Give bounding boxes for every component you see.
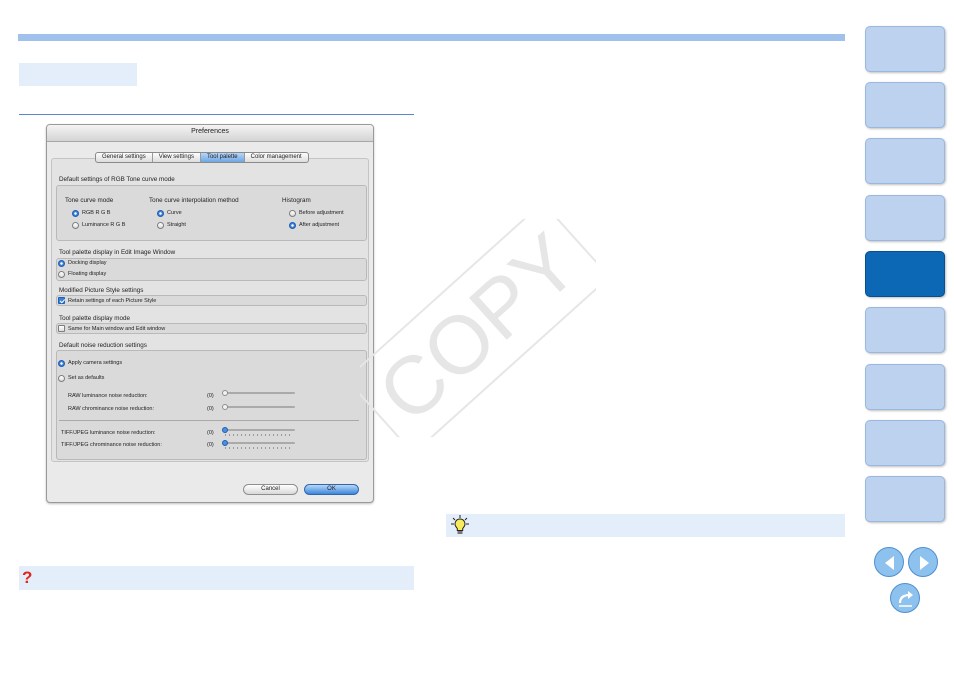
retain-picture-style-label: Retain settings of each Picture Style	[68, 298, 157, 304]
luminance-mode-radio[interactable]	[72, 222, 79, 229]
nav-button-7[interactable]	[865, 364, 945, 410]
raw-chrominance-knob[interactable]	[222, 404, 228, 410]
nav-button-8[interactable]	[865, 420, 945, 466]
tiff-chrominance-value: (0)	[207, 442, 214, 448]
tiff-chrominance-ticks	[225, 447, 293, 449]
faq-box	[19, 566, 414, 590]
ok-button[interactable]: OK	[304, 484, 359, 495]
noise-divider	[59, 420, 359, 421]
docking-display-radio[interactable]	[58, 260, 65, 267]
nav-button-2[interactable]	[865, 82, 945, 128]
palette-display-heading: Tool palette display in Edit Image Windo…	[59, 249, 176, 256]
preferences-dialog: Preferences General settings View settin…	[46, 124, 374, 503]
floating-display-label: Floating display	[68, 271, 107, 277]
cancel-button[interactable]: Cancel	[243, 484, 298, 495]
question-mark-icon: ?	[22, 568, 33, 587]
rgb-mode-label: RGB R G B	[82, 210, 111, 216]
retain-picture-style-checkbox[interactable]	[58, 297, 65, 304]
after-adjustment-radio[interactable]	[289, 222, 296, 229]
curve-radio[interactable]	[157, 210, 164, 217]
apply-camera-settings-radio[interactable]	[58, 360, 65, 367]
before-adjustment-label: Before adjustment	[299, 210, 344, 216]
next-page-button[interactable]	[908, 547, 938, 577]
docking-display-label: Docking display	[68, 260, 107, 266]
tip-box	[446, 514, 845, 537]
straight-radio[interactable]	[157, 222, 164, 229]
tone-curve-mode-heading: Tone curve mode	[65, 197, 114, 204]
luminance-mode-label: Luminance R G B	[82, 222, 126, 228]
lightbulb-icon	[451, 515, 469, 534]
tiff-chrominance-slider[interactable]	[223, 442, 295, 444]
return-button[interactable]	[890, 583, 920, 613]
tiff-chrominance-knob[interactable]	[222, 440, 228, 446]
nav-button-6[interactable]	[865, 307, 945, 353]
picture-style-heading: Modified Picture Style settings	[59, 287, 144, 294]
noise-reduction-heading: Default noise reduction settings	[59, 342, 147, 349]
floating-display-radio[interactable]	[58, 271, 65, 278]
raw-luminance-knob[interactable]	[222, 390, 228, 396]
arrow-right-icon	[920, 556, 929, 570]
tab-tool-palette[interactable]: Tool palette	[200, 153, 245, 162]
previous-page-button[interactable]	[874, 547, 904, 577]
raw-luminance-label: RAW luminance noise reduction:	[68, 393, 148, 399]
tiff-luminance-slider[interactable]	[223, 429, 295, 431]
dialog-title: Preferences	[191, 128, 229, 135]
header-rule	[18, 34, 845, 41]
raw-luminance-value: (0)	[207, 393, 214, 399]
apply-camera-settings-label: Apply camera settings	[68, 360, 123, 366]
raw-chrominance-label: RAW chrominance noise reduction:	[68, 406, 155, 412]
tiff-chrominance-label: TIFF/JPEG chrominance noise reduction:	[61, 442, 162, 448]
tab-color-management[interactable]: Color management	[245, 153, 308, 162]
rgb-mode-radio[interactable]	[72, 210, 79, 217]
nav-button-1[interactable]	[865, 26, 945, 72]
after-adjustment-label: After adjustment	[299, 222, 340, 228]
arrow-left-icon	[885, 556, 894, 570]
set-as-defaults-radio[interactable]	[58, 375, 65, 382]
raw-luminance-slider[interactable]	[223, 392, 295, 394]
copy-watermark: COPY	[360, 219, 596, 437]
raw-chrominance-value: (0)	[207, 406, 214, 412]
same-window-label: Same for Main window and Edit window	[68, 326, 166, 332]
set-as-defaults-label: Set as defaults	[68, 375, 105, 381]
tiff-luminance-value: (0)	[207, 430, 214, 436]
dialog-tabs: General settings View settings Tool pale…	[95, 152, 309, 163]
display-mode-heading: Tool palette display mode	[59, 315, 131, 322]
nav-button-5-active[interactable]	[865, 251, 945, 297]
section-title-box	[19, 63, 137, 86]
section-divider	[19, 114, 414, 115]
nav-button-4[interactable]	[865, 195, 945, 241]
curve-label: Curve	[167, 210, 182, 216]
dialog-titlebar: Preferences	[47, 125, 373, 142]
rgb-tone-curve-heading: Default settings of RGB Tone curve mode	[59, 176, 175, 183]
histogram-heading: Histogram	[282, 197, 311, 204]
before-adjustment-radio[interactable]	[289, 210, 296, 217]
nav-button-3[interactable]	[865, 138, 945, 184]
tiff-luminance-knob[interactable]	[222, 427, 228, 433]
tab-view-settings[interactable]: View settings	[153, 153, 201, 162]
watermark-text: COPY	[362, 219, 596, 437]
tiff-luminance-label: TIFF/JPEG luminance noise reduction:	[61, 430, 156, 436]
tiff-luminance-ticks	[225, 434, 293, 436]
straight-label: Straight	[167, 222, 186, 228]
raw-chrominance-slider[interactable]	[223, 406, 295, 408]
same-window-checkbox[interactable]	[58, 325, 65, 332]
tab-general-settings[interactable]: General settings	[96, 153, 153, 162]
interpolation-heading: Tone curve interpolation method	[149, 197, 239, 204]
return-arrow-icon	[898, 591, 913, 607]
nav-button-9[interactable]	[865, 476, 945, 522]
